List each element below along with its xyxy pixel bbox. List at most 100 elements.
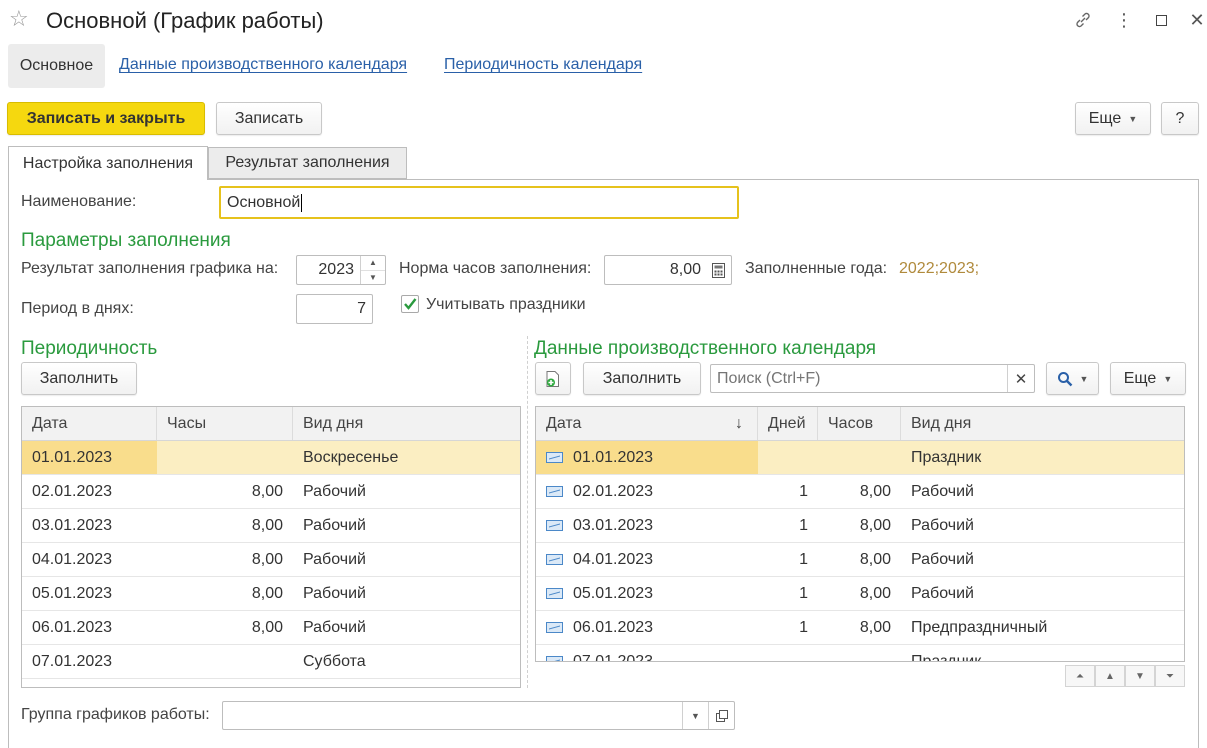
more-button[interactable]: Еще ▼ [1075, 102, 1151, 135]
cell-hours: 8,00 [251, 584, 283, 602]
cell-date: 03.01.2023 [32, 516, 113, 534]
result-year-stepper[interactable]: 2023 ▲ ▼ [296, 255, 386, 285]
help-button[interactable]: ? [1161, 102, 1199, 135]
more-menu-icon[interactable]: ⋮ [1112, 8, 1136, 32]
cell-date: 01.01.2023 [22, 441, 157, 474]
table-row[interactable]: 02.01.2023 1 8,00 Рабочий [536, 475, 1184, 509]
calculator-icon[interactable] [705, 256, 731, 284]
cell-date: 05.01.2023 [32, 584, 113, 602]
period-label: Период в днях: [21, 300, 134, 317]
cell-hours [157, 645, 293, 678]
periodicity-fill-button[interactable]: Заполнить [21, 362, 137, 395]
cell-hours: 8,00 [251, 482, 283, 500]
period-days-input[interactable]: 7 [296, 294, 373, 324]
params-section-title: Параметры заполнения [21, 230, 231, 251]
name-input[interactable]: Основной [219, 186, 739, 219]
table-row[interactable]: 05.01.2023 8,00 Рабочий [22, 577, 520, 611]
cell-date-text: 03.01.2023 [573, 516, 654, 534]
stepper-arrows[interactable]: ▲ ▼ [360, 256, 385, 284]
group-select[interactable]: ▼ [222, 701, 735, 730]
cell-date: 06.01.2023 [536, 611, 758, 644]
table-row[interactable]: 01.01.2023 Воскресенье [22, 441, 520, 475]
cell-date: 03.01.2023 [536, 509, 758, 542]
link-icon[interactable] [1071, 8, 1095, 32]
column-header-hours[interactable]: Часы [157, 407, 293, 440]
cell-date-text: 04.01.2023 [573, 550, 654, 568]
calendar-row-icon [546, 622, 563, 633]
save-button[interactable]: Записать [216, 102, 322, 135]
norm-label: Норма часов заполнения: [399, 260, 592, 277]
clear-search-icon[interactable]: ✕ [1007, 365, 1034, 392]
column-divider [527, 336, 528, 688]
period-days-value: 7 [357, 300, 366, 317]
favorite-star-icon[interactable]: ☆ [9, 6, 29, 32]
chevron-down-icon[interactable]: ▼ [682, 702, 708, 729]
scroll-first-icon[interactable]: ⏶ [1065, 665, 1095, 687]
table-row[interactable]: 03.01.2023 1 8,00 Рабочий [536, 509, 1184, 543]
nav-link-periodicity[interactable]: Периодичность календаря [444, 56, 642, 74]
save-and-close-button[interactable]: Записать и закрыть [7, 102, 205, 135]
table-row[interactable]: 02.01.2023 8,00 Рабочий [22, 475, 520, 509]
tab-settings[interactable]: Настройка заполнения [8, 146, 208, 180]
nav-main[interactable]: Основное [8, 44, 105, 88]
table-row[interactable]: 06.01.2023 1 8,00 Предпраздничный [536, 611, 1184, 645]
column-header-days[interactable]: Дней [758, 407, 818, 440]
maximize-icon[interactable] [1149, 8, 1173, 32]
cell-hours: 8,00 [251, 550, 283, 568]
name-value: Основной [227, 193, 301, 211]
cell-day-type: Рабочий [911, 584, 974, 602]
cell-hours: 8,00 [859, 584, 891, 602]
column-header-date-label: Дата [546, 414, 582, 432]
scroll-up-icon[interactable]: ▲ [1095, 665, 1125, 687]
cell-day-type: Рабочий [911, 550, 974, 568]
open-icon[interactable] [708, 702, 734, 729]
cell-hours [818, 645, 901, 661]
cell-day-type: Рабочий [303, 516, 366, 534]
table-row[interactable]: 04.01.2023 1 8,00 Рабочий [536, 543, 1184, 577]
cell-hours: 8,00 [859, 482, 891, 500]
periodicity-section-title: Периодичность [21, 338, 158, 359]
holidays-label[interactable]: Учитывать праздники [426, 296, 586, 314]
column-header-day-type[interactable]: Вид дня [293, 407, 520, 440]
cell-hours [157, 441, 293, 474]
table-row[interactable]: 07.01.2023 Суббота [22, 645, 520, 679]
periodicity-table: Дата Часы Вид дня 01.01.2023 Воскресенье 0… [21, 406, 521, 688]
cell-date: 02.01.2023 [32, 482, 113, 500]
holidays-checkbox[interactable] [401, 295, 419, 313]
norm-hours-input[interactable]: 8,00 [604, 255, 732, 285]
add-from-calendar-button[interactable] [535, 362, 571, 395]
table-row[interactable]: 03.01.2023 8,00 Рабочий [22, 509, 520, 543]
column-header-hours[interactable]: Часов [818, 407, 901, 440]
calendar-more-label: Еще [1123, 369, 1157, 387]
close-icon[interactable]: ✕ [1185, 8, 1207, 32]
cell-hours: 8,00 [859, 516, 891, 534]
table-row[interactable]: 04.01.2023 8,00 Рабочий [22, 543, 520, 577]
table-row[interactable]: 05.01.2023 1 8,00 Рабочий [536, 577, 1184, 611]
cell-date: 05.01.2023 [536, 577, 758, 610]
table-row[interactable]: 07.01.2023 Праздник [536, 645, 1184, 661]
cell-days [758, 645, 818, 661]
column-header-date[interactable]: Дата [22, 407, 157, 440]
search-options-button[interactable]: ▼ [1046, 362, 1099, 395]
table-header: Дата Часы Вид дня [22, 407, 520, 441]
table-row[interactable]: 01.01.2023 Праздник [536, 441, 1184, 475]
cell-date-text: 02.01.2023 [573, 482, 654, 500]
scroll-down-icon[interactable]: ▼ [1125, 665, 1155, 687]
table-row[interactable]: 06.01.2023 8,00 Рабочий [22, 611, 520, 645]
scroll-last-icon[interactable]: ⏷ [1155, 665, 1185, 687]
search-input[interactable]: ✕ [710, 364, 1035, 393]
search-field[interactable] [717, 369, 1007, 388]
cell-date: 07.01.2023 [536, 645, 758, 661]
nav-link-calendar-data[interactable]: Данные производственного календаря [119, 56, 407, 74]
stepper-down-icon[interactable]: ▼ [361, 271, 385, 285]
column-header-date[interactable]: Дата ↓ [536, 407, 758, 440]
stepper-up-icon[interactable]: ▲ [361, 256, 385, 271]
calendar-more-button[interactable]: Еще ▼ [1110, 362, 1186, 395]
calendar-fill-button[interactable]: Заполнить [583, 362, 701, 395]
cell-day-type: Предпраздничный [911, 618, 1048, 636]
tab-result[interactable]: Результат заполнения [208, 147, 407, 179]
calendar-row-icon [546, 588, 563, 599]
result-label: Результат заполнения графика на: [21, 260, 279, 277]
calendar-row-icon [546, 452, 563, 463]
column-header-day-type[interactable]: Вид дня [901, 407, 1184, 440]
